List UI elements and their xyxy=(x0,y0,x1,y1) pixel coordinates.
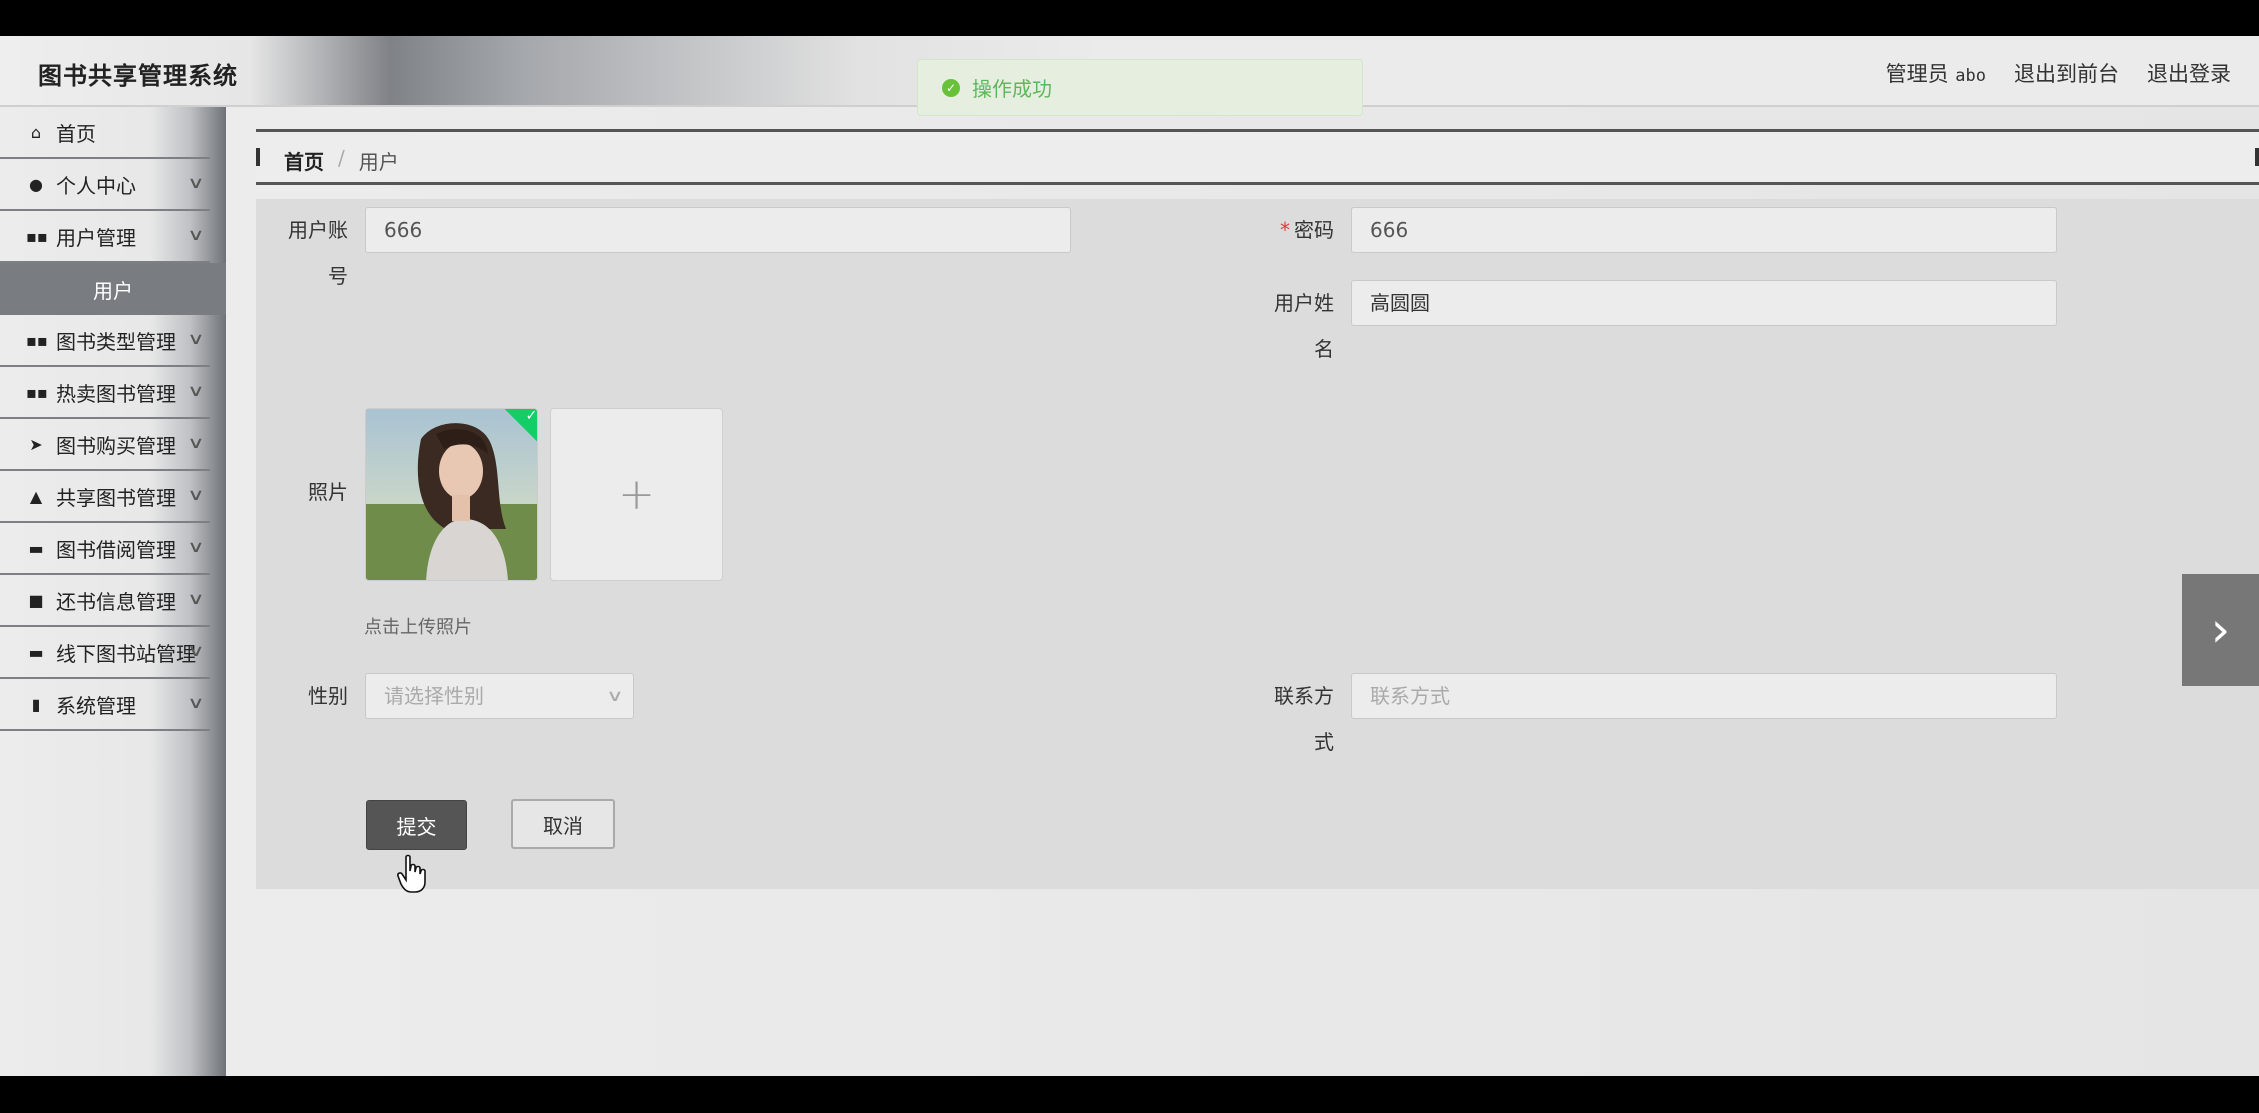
logout-link[interactable]: 退出登录 xyxy=(2147,58,2231,88)
toast-message: 操作成功 xyxy=(972,77,1052,101)
account-label-2: 号 xyxy=(256,253,348,299)
uploaded-photo[interactable]: ✓ xyxy=(365,408,538,581)
sidebar-item-offline-station[interactable]: ▬ 线下图书站管理 ∨ xyxy=(0,627,210,679)
sidebar-item-book-purchase[interactable]: ➤ 图书购买管理 ∨ xyxy=(0,419,210,471)
contact-input[interactable]: 联系方式 xyxy=(1351,673,2057,719)
sidebar-item-system[interactable]: ▮ 系统管理 ∨ xyxy=(0,679,210,731)
send-icon: ➤ xyxy=(29,434,43,454)
admin-info: 管理员 abo xyxy=(1886,58,1986,88)
chevron-down-icon: ∨ xyxy=(187,433,205,452)
chevron-down-icon: ∨ xyxy=(187,329,205,348)
sidebar-item-label: 共享图书管理 xyxy=(56,485,176,510)
password-label-text: 密码 xyxy=(1294,218,1334,242)
password-input[interactable]: 666 xyxy=(1351,207,2057,253)
sidebar-item-borrow[interactable]: ▬ 图书借阅管理 ∨ xyxy=(0,523,210,575)
breadcrumb-bar: 首页 / 用户 xyxy=(256,129,2259,185)
app-title: 图书共享管理系统 xyxy=(38,62,238,90)
monitor-icon: ■ xyxy=(28,590,44,610)
sidebar-item-label: 还书信息管理 xyxy=(56,589,176,614)
chevron-down-icon: ∨ xyxy=(187,693,205,712)
account-input[interactable]: 666 xyxy=(365,207,1071,253)
sidebar-item-label: 热卖图书管理 xyxy=(56,381,176,406)
chevron-down-icon: ∨ xyxy=(187,641,205,660)
contact-label: 联系方 xyxy=(1274,684,1334,708)
app-screen: 图书共享管理系统 管理员 abo 退出到前台 退出登录 ✓ 操作成功 ⌂ 首页 … xyxy=(0,36,2259,1076)
sidebar-item-profile[interactable]: ● 个人中心 ∨ xyxy=(0,159,210,211)
breadcrumb-separator: / xyxy=(338,146,345,170)
chevron-down-icon: ∨ xyxy=(187,225,205,244)
gender-placeholder: 请选择性别 xyxy=(384,684,484,708)
grid-icon: ▪▪ xyxy=(26,382,48,402)
submit-button[interactable]: 提交 xyxy=(366,800,467,850)
sidebar: ⌂ 首页 ● 个人中心 ∨ ▪▪ 用户管理 ∨ 用户 ▪▪ 图书类型管理 ∨ ▪… xyxy=(0,107,226,1076)
upload-tip: 点击上传照片 xyxy=(364,617,472,638)
photo-label: 照片 xyxy=(308,480,348,504)
gender-label: 性别 xyxy=(308,684,348,708)
account-label-line2: 号 xyxy=(328,264,348,288)
name-input[interactable]: 高圆圆 xyxy=(1351,280,2057,326)
chevron-down-icon: ∨ xyxy=(187,537,205,556)
sidebar-item-label: 个人中心 xyxy=(56,173,136,198)
account-label: 用户账 xyxy=(256,207,348,253)
grid-icon: ▪▪ xyxy=(26,330,48,350)
contact-label-2: 式 xyxy=(1314,730,1334,754)
admin-name: abo xyxy=(1955,66,1986,86)
password-label: * 密码 xyxy=(1242,207,1334,253)
user-form: 用户账 号 666 * 密码 666 用户姓 名 高圆圆 照片 ✓ + 点击上传… xyxy=(256,199,2259,889)
header-actions: 管理员 abo 退出到前台 退出登录 xyxy=(1886,58,2231,88)
portrait-image xyxy=(366,409,537,580)
check-icon: ✓ xyxy=(525,408,538,424)
sidebar-item-label: 用户管理 xyxy=(56,225,136,250)
account-label-line1: 用户账 xyxy=(288,218,348,242)
sidebar-item-label: 图书借阅管理 xyxy=(56,537,176,562)
sidebar-item-label: 首页 xyxy=(56,121,96,146)
success-toast: ✓ 操作成功 xyxy=(917,59,1363,116)
breadcrumb: 首页 / 用户 xyxy=(284,146,399,175)
sidebar-item-book-type[interactable]: ▪▪ 图书类型管理 ∨ xyxy=(0,315,210,367)
required-mark: * xyxy=(1280,218,1290,242)
person-icon: ● xyxy=(29,174,43,194)
main-content: 首页 / 用户 用户账 号 666 * 密码 666 用户姓 名 高圆圆 照片 … xyxy=(226,107,2259,1076)
ticket-icon: ▬ xyxy=(28,642,44,662)
sidebar-item-home[interactable]: ⌂ 首页 xyxy=(0,107,210,159)
chevron-down-icon: ∨ xyxy=(187,485,205,504)
cancel-button[interactable]: 取消 xyxy=(511,799,615,849)
chevron-down-icon: ∨ xyxy=(187,381,205,400)
sidebar-item-label: 用户 xyxy=(93,278,133,303)
front-link[interactable]: 退出到前台 xyxy=(2014,58,2119,88)
admin-role: 管理员 xyxy=(1885,62,1949,86)
home-icon: ⌂ xyxy=(30,122,42,142)
hand-cursor-icon xyxy=(397,854,426,893)
briefcase-icon: ▬ xyxy=(28,538,44,558)
name-label-2: 名 xyxy=(1314,337,1334,361)
sidebar-item-hot-books[interactable]: ▪▪ 热卖图书管理 ∨ xyxy=(0,367,210,419)
upload-button[interactable]: + xyxy=(550,408,723,581)
grid-icon: ▪▪ xyxy=(26,226,48,246)
chevron-down-icon: ∨ xyxy=(187,173,205,192)
gender-select[interactable]: 请选择性别 ∨ xyxy=(365,673,634,719)
sidebar-item-shared-books[interactable]: ▲ 共享图书管理 ∨ xyxy=(0,471,210,523)
sidebar-item-label: 线下图书站管理 xyxy=(56,641,196,666)
sidebar-item-return[interactable]: ■ 还书信息管理 ∨ xyxy=(0,575,210,627)
breadcrumb-current: 用户 xyxy=(358,150,399,174)
chevron-down-icon: ∨ xyxy=(187,589,205,608)
name-label: 用户姓 xyxy=(1274,291,1334,315)
sidebar-item-users[interactable]: 用户 xyxy=(0,263,226,315)
chevron-down-icon: ∨ xyxy=(606,686,624,705)
sidebar-item-user-management[interactable]: ▪▪ 用户管理 ∨ xyxy=(0,211,210,263)
check-circle-icon: ✓ xyxy=(942,78,960,97)
sidebar-item-label: 图书类型管理 xyxy=(56,329,176,354)
sidebar-item-label: 系统管理 xyxy=(56,693,136,718)
sidebar-item-label: 图书购买管理 xyxy=(56,433,176,458)
bar-chart-icon: ▮ xyxy=(31,694,41,714)
chevron-right-icon[interactable]: › xyxy=(2182,574,2259,686)
user-icon: ▲ xyxy=(29,486,43,506)
breadcrumb-home[interactable]: 首页 xyxy=(284,146,324,175)
